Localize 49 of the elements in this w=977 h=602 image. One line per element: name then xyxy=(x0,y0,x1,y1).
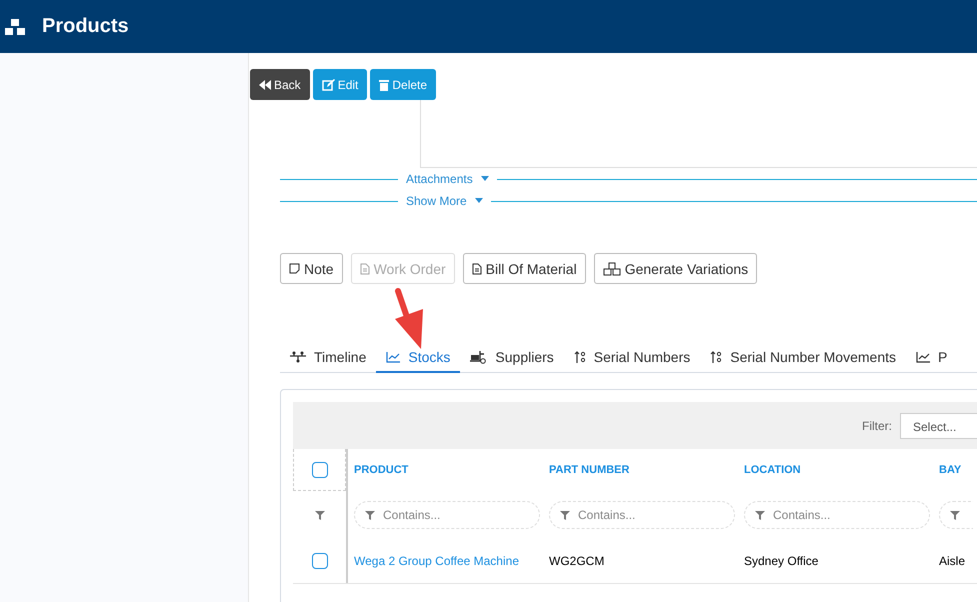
filter-icon xyxy=(365,510,375,520)
boxes-icon xyxy=(4,16,26,36)
column-header[interactable]: PART NUMBER xyxy=(543,464,738,476)
product-link[interactable]: Wega 2 Group Coffee Machine xyxy=(348,554,543,568)
boxes-icon xyxy=(602,262,621,276)
document-icon xyxy=(360,262,370,274)
tab[interactable]: Stocks xyxy=(376,345,460,373)
column-filter-field[interactable]: Contains... xyxy=(354,501,540,529)
section-toggle[interactable]: Attachments xyxy=(398,172,481,186)
edit-icon xyxy=(322,78,335,90)
tab[interactable]: Timeline xyxy=(280,345,376,373)
line-chart-icon xyxy=(916,352,930,362)
tab[interactable]: Serial Number Movements xyxy=(700,345,906,373)
related-record-button[interactable]: Generate Variations xyxy=(594,253,758,284)
document-icon xyxy=(472,262,482,274)
filter-icon xyxy=(755,510,765,520)
column-filter-field[interactable]: Contains... xyxy=(744,501,930,529)
tab[interactable]: Suppliers xyxy=(460,345,564,373)
filter-label: Filter: xyxy=(862,418,892,432)
related-record-button[interactable]: Bill Of Material xyxy=(462,253,586,284)
rewind-icon xyxy=(259,80,271,90)
row-checkbox[interactable] xyxy=(312,553,328,569)
column-header[interactable]: PRODUCT xyxy=(348,464,543,476)
filter-select[interactable]: Select... xyxy=(900,412,977,438)
timeline-icon xyxy=(290,351,306,363)
section-toggle[interactable]: Show More xyxy=(398,194,475,208)
page-title: Products xyxy=(42,15,129,38)
edit-button[interactable]: Edit xyxy=(312,69,368,100)
tab[interactable]: P xyxy=(906,345,958,373)
column-header[interactable]: LOCATION xyxy=(738,464,933,476)
related-record-button[interactable]: Note xyxy=(280,253,343,284)
delete-button[interactable]: Delete xyxy=(370,69,436,100)
sort-icon xyxy=(574,350,586,364)
trash-icon xyxy=(379,78,390,90)
filter-icon xyxy=(560,510,570,520)
note-icon xyxy=(289,263,300,274)
hand-truck-icon xyxy=(470,350,488,364)
column-header[interactable]: BAY xyxy=(933,464,977,476)
back-button[interactable]: Back xyxy=(250,69,310,100)
table-cell-text: Sydney Office xyxy=(743,554,820,568)
filter-icon xyxy=(950,510,960,520)
column-filter-field[interactable]: Contains... xyxy=(549,501,735,529)
sort-icon xyxy=(710,350,722,364)
tab[interactable]: Serial Numbers xyxy=(564,345,700,373)
filter-icon xyxy=(314,510,324,520)
line-chart-icon xyxy=(386,352,400,362)
table-cell-text: WG2GCM xyxy=(548,554,606,568)
select-all-checkbox[interactable] xyxy=(312,462,328,478)
table-cell-text: Aisle xyxy=(938,554,966,568)
